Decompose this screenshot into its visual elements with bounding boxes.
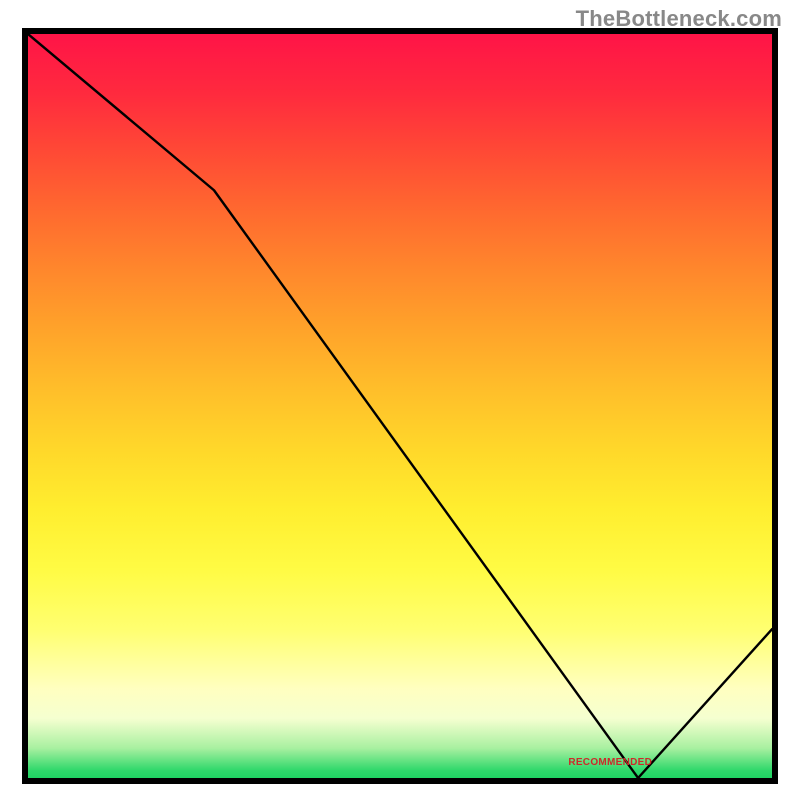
plot-area: RECOMMENDED — [22, 28, 778, 784]
bottleneck-curve-path — [28, 34, 772, 778]
watermark-text: TheBottleneck.com — [576, 6, 782, 32]
chart-container: TheBottleneck.com RECOMMENDED — [0, 0, 800, 800]
line-plot — [28, 34, 772, 778]
line-annotation: RECOMMENDED — [568, 757, 652, 768]
